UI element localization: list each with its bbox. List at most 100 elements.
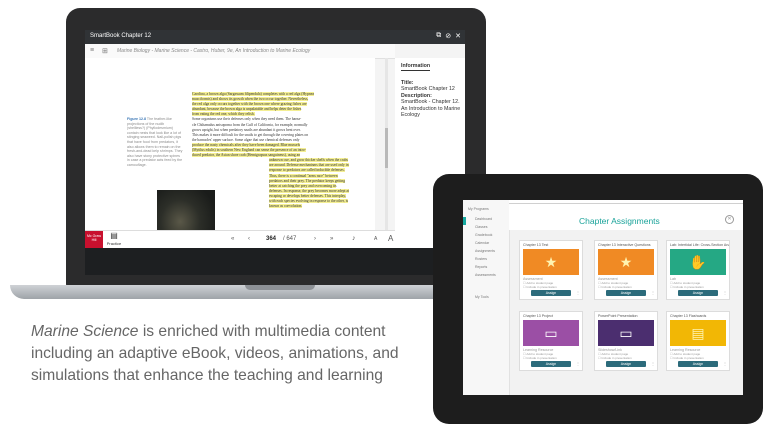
include-in-presentation-checkbox[interactable]: ☐ Include in presentation — [523, 285, 557, 289]
practice-icon: ▤ — [110, 231, 118, 240]
include-in-presentation-checkbox[interactable]: ☐ Include in presentation — [598, 356, 632, 360]
text-line-content: the red alga only occurs together with t… — [192, 102, 307, 107]
include-in-presentation-checkbox[interactable]: ☐ Include in presentation — [670, 356, 704, 360]
text-line-content: better at catching the prey and overcomi… — [269, 183, 337, 188]
tablet-header: Chapter Assignments ✕ — [509, 200, 743, 230]
text-line-content: with each species evolving in response t… — [269, 198, 349, 203]
text-line-content: duced predator, the Asian shore crab (He… — [192, 153, 301, 158]
information-body: Title: SmartBook Chapter 12 Description:… — [401, 80, 463, 118]
text-line-content: Some organisms use their defenses only w… — [192, 117, 302, 122]
practice-button[interactable]: ▤ Practice — [105, 231, 123, 249]
current-page-input[interactable]: 364 — [266, 236, 276, 242]
text-line-content: musciformis) and shows its growth when t… — [192, 97, 309, 102]
font-decrease-button[interactable]: A — [374, 236, 377, 242]
assign-button[interactable]: Assign — [678, 361, 718, 367]
popout-icon[interactable]: ⧉ — [436, 32, 441, 40]
assign-button[interactable]: Assign — [606, 290, 646, 296]
grid-view-icon[interactable]: ⊞ — [102, 47, 108, 55]
next-page-button[interactable]: › — [314, 236, 316, 242]
assignment-card[interactable]: Chapter 13 Interactive Questions ★ Assessm… — [594, 240, 658, 300]
page-total: / 647 — [283, 236, 297, 242]
active-indicator — [463, 217, 466, 225]
assign-button[interactable]: Assign — [678, 290, 718, 296]
font-increase-button[interactable]: A — [388, 234, 393, 243]
info-description-value: SmartBook - Chapter 12. An Introduction … — [401, 99, 461, 119]
checkbox-label: Include in presentation — [673, 356, 704, 360]
left-gutter — [85, 58, 107, 230]
smartbook-window: SmartBook Chapter 12 ⧉ ⊘ ✕ ≡ ⊞ Marine Bi… — [85, 30, 465, 275]
more-options-icon[interactable]: ⋮ — [576, 290, 580, 295]
more-options-icon[interactable]: ⋮ — [651, 361, 655, 366]
text-line-content: from eating the red one, which they reli… — [192, 112, 255, 117]
sidebar-item[interactable]: Reports — [475, 265, 487, 269]
close-icon[interactable]: ✕ — [725, 215, 734, 224]
text-line-content: Thus, there is a continual "arms race" b… — [269, 173, 338, 178]
ebook-page: Figure 12.8 The feather-like projections… — [107, 58, 375, 230]
checkbox-label: Include in presentation — [673, 285, 704, 289]
text-line-content: known as coevolution. — [269, 204, 303, 209]
close-icon[interactable]: ✕ — [455, 32, 461, 40]
scrollbar[interactable] — [385, 58, 388, 230]
figure-caption-text: The feather-like projections of the nudi… — [127, 117, 183, 167]
text-line-content: predators and their prey. The predator k… — [269, 178, 346, 183]
include-in-presentation-checkbox[interactable]: ☐ Include in presentation — [598, 285, 632, 289]
text-line-content: the barnacles' upper surface. Some algae… — [192, 137, 300, 142]
card-title: Chapter 13 Test — [523, 243, 549, 247]
checkbox-label: Include in presentation — [526, 285, 557, 289]
include-in-presentation-checkbox[interactable]: ☐ Include in presentation — [523, 356, 557, 360]
card-title: Chapter 13 Flashcards — [670, 314, 707, 318]
text-to-speech-icon[interactable]: ♪ — [352, 235, 356, 242]
ebook-text: Carolina, a brown alga (Sargassum filipe… — [192, 92, 368, 209]
include-in-presentation-checkbox[interactable]: ☐ Include in presentation — [670, 285, 704, 289]
information-heading: Information — [401, 63, 431, 71]
previous-page-button[interactable]: ‹ — [248, 236, 250, 242]
mcgraw-hill-logo: Mc Graw Hill — [85, 231, 103, 249]
assign-button[interactable]: Assign — [531, 361, 571, 367]
first-page-button[interactable]: « — [231, 236, 234, 242]
card-icon: ✋ — [689, 254, 707, 270]
assignment-card[interactable]: Chapter 13 Flashcards ▤ Learning Resource ☐… — [666, 311, 730, 371]
card-title: PowerPoint Presentation — [598, 314, 638, 318]
more-options-icon[interactable]: ⋮ — [723, 361, 727, 366]
sidebar-item[interactable]: My Tools — [475, 295, 489, 299]
card-thumbnail: ▤ — [670, 320, 726, 346]
window-title: SmartBook Chapter 12 — [90, 33, 152, 39]
card-icon: ▭ — [544, 325, 558, 341]
more-options-icon[interactable]: ⋮ — [723, 290, 727, 295]
text-line-content: produce the nasty chemicals after they h… — [192, 142, 301, 147]
hamburger-menu-icon[interactable]: ≡ — [90, 47, 94, 54]
card-thumbnail: ▭ — [598, 320, 654, 346]
assignment-card[interactable]: PowerPoint Presentation ▭ Slideshow/Link ☐ … — [594, 311, 658, 371]
reader-toolbar: ≡ ⊞ Marine Biology - Marine Science - Ca… — [85, 44, 395, 59]
assignment-card[interactable]: Chapter 13 Project ▭ Learning Resource ☐ Ad… — [519, 311, 583, 371]
window-controls: ⧉ ⊘ ✕ — [436, 32, 461, 40]
assign-button[interactable]: Assign — [531, 290, 571, 296]
sidebar-item[interactable]: Rosters — [475, 257, 487, 261]
scrollbar-thumb[interactable] — [385, 128, 388, 168]
assignment-card[interactable]: Lab: Intertidal Life: Cross-Section Anal… — [666, 240, 730, 300]
sidebar-item[interactable]: Assignments — [475, 249, 495, 253]
info-title-value: SmartBook Chapter 12 — [401, 86, 455, 93]
sidebar-item[interactable]: My Programs — [468, 207, 489, 211]
card-title: Lab: Intertidal Life: Cross-Section Anal… — [670, 243, 729, 247]
sidebar-item[interactable]: Classes — [475, 225, 487, 229]
tablet-screen: My Programs Dashboard Classes Gradebook Cale… — [463, 200, 743, 395]
text-line-content: defenses. In response, the prey becomes … — [269, 188, 350, 193]
assignment-card[interactable]: Chapter 13 Test ★ Assessment ☐ Add to stude… — [519, 240, 583, 300]
breadcrumb: Marine Biology - Marine Science - Castro… — [117, 48, 311, 54]
card-thumbnail: ✋ — [670, 249, 726, 275]
more-options-icon[interactable]: ⋮ — [651, 290, 655, 295]
more-options-icon[interactable]: ⋮ — [576, 361, 580, 366]
sidebar-item[interactable]: Assessments — [475, 273, 496, 277]
last-page-button[interactable]: » — [330, 236, 333, 242]
text-line-content: This makes it more difficult for the sna… — [192, 132, 309, 137]
page-navigation-bar: Mc Graw Hill ▤ Practice « ‹ 364 / 647 › … — [85, 230, 395, 249]
text-line-content: (Mytilus edulis) in southern New England… — [192, 148, 306, 153]
block-icon[interactable]: ⊘ — [445, 32, 451, 40]
sidebar-item[interactable]: Calendar — [475, 241, 489, 245]
sidebar-item[interactable]: Dashboard — [475, 217, 492, 221]
card-icon: ★ — [544, 254, 558, 270]
assign-button[interactable]: Assign — [606, 361, 646, 367]
sidebar-item[interactable]: Gradebook — [475, 233, 492, 237]
marketing-caption: Marine Science is enriched with multimed… — [31, 321, 451, 387]
